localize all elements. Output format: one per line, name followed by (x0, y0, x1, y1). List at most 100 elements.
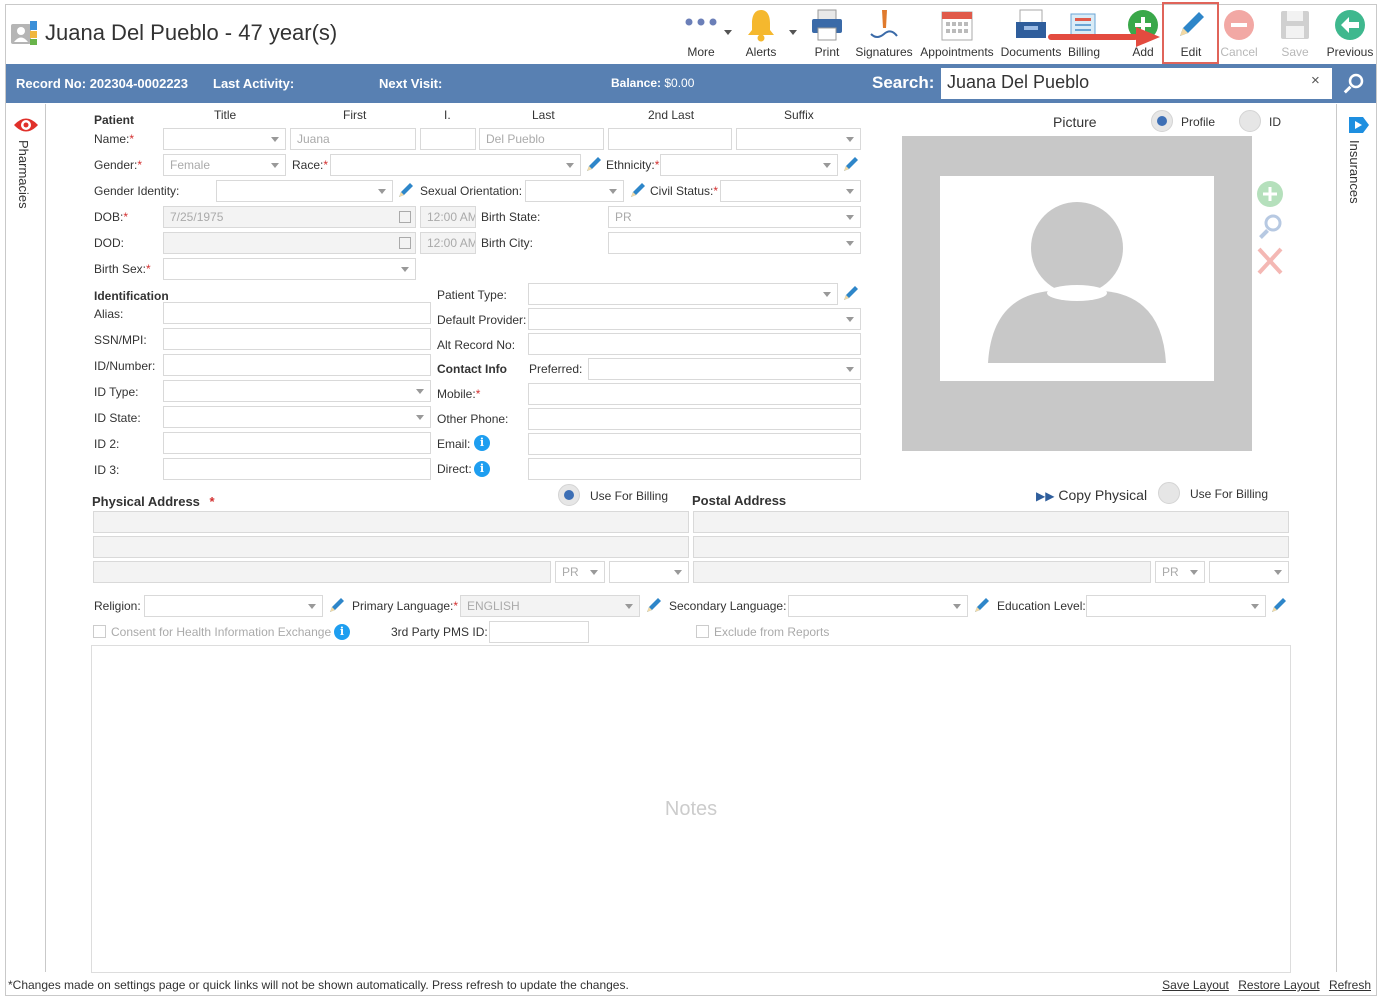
birth-city-select[interactable] (608, 232, 861, 254)
other-phone-field[interactable] (528, 408, 861, 430)
postal-address-line2[interactable] (693, 536, 1289, 558)
refresh-link[interactable]: Refresh (1329, 978, 1371, 992)
alerts-dropdown-caret-icon[interactable] (789, 30, 797, 35)
physical-zip-select[interactable] (609, 561, 689, 583)
signatures-button[interactable]: Signatures (854, 6, 914, 62)
gender-identity-select[interactable] (216, 180, 393, 202)
search-label: Search: (872, 73, 935, 92)
physical-city-field[interactable] (93, 561, 551, 583)
search-clear-button[interactable]: × (1311, 72, 1320, 89)
save-layout-link[interactable]: Save Layout (1162, 978, 1229, 992)
primary-language-edit-pencil-icon[interactable] (644, 595, 664, 615)
zoom-picture-icon[interactable] (1256, 212, 1284, 243)
alt-record-field[interactable] (528, 333, 861, 355)
insurances-tab[interactable]: Insurances (1347, 140, 1362, 204)
physical-state-select[interactable]: PR (555, 561, 605, 583)
pharmacies-tab[interactable]: Pharmacies (16, 140, 31, 209)
physical-use-for-billing-radio[interactable] (558, 484, 580, 506)
birth-sex-select[interactable] (163, 258, 416, 280)
id-radio[interactable] (1239, 110, 1261, 132)
ethnicity-edit-pencil-icon[interactable] (841, 154, 861, 174)
more-dropdown-caret-icon[interactable] (724, 30, 732, 35)
restore-layout-link[interactable]: Restore Layout (1238, 978, 1319, 992)
copy-physical-button[interactable]: ▶▶ Copy Physical (1036, 487, 1147, 503)
delete-picture-icon[interactable] (1256, 246, 1284, 279)
id2-field[interactable] (163, 432, 431, 454)
email-info-icon[interactable]: i (474, 435, 490, 451)
id3-field[interactable] (163, 458, 431, 480)
save-button[interactable]: Save (1274, 6, 1316, 62)
education-level-select[interactable] (1086, 595, 1266, 617)
physical-address-line1[interactable] (93, 511, 689, 533)
title-select[interactable] (163, 128, 286, 150)
patient-type-edit-pencil-icon[interactable] (841, 283, 861, 303)
alerts-button[interactable]: Alerts (738, 6, 784, 62)
education-level-edit-pencil-icon[interactable] (1269, 595, 1289, 615)
gender-identity-edit-pencil-icon[interactable] (396, 180, 416, 200)
alias-field[interactable] (163, 302, 431, 324)
birth-state-select[interactable]: PR (608, 206, 861, 228)
dod-time-field[interactable]: 12:00 AM (420, 232, 476, 254)
physical-address-line2[interactable] (93, 536, 689, 558)
sexual-orientation-edit-pencil-icon[interactable] (628, 180, 648, 200)
consent-info-icon[interactable]: i (334, 624, 350, 640)
postal-state-select[interactable]: PR (1155, 561, 1205, 583)
ethnicity-select[interactable] (660, 154, 838, 176)
calendar-icon[interactable] (399, 237, 411, 249)
other-phone-label: Other Phone: (437, 412, 509, 426)
more-button[interactable]: More (676, 6, 726, 62)
dob-time-field[interactable]: 12:00 AM (420, 206, 476, 228)
ssn-field[interactable] (163, 328, 431, 350)
patient-picture-frame[interactable] (902, 136, 1252, 451)
previous-button[interactable]: Previous (1324, 6, 1376, 62)
religion-edit-pencil-icon[interactable] (327, 595, 347, 615)
race-label: Race:* (292, 158, 329, 172)
print-button[interactable]: Print (806, 6, 848, 62)
add-picture-icon[interactable] (1256, 180, 1284, 211)
postal-zip-select[interactable] (1209, 561, 1289, 583)
id-number-field[interactable] (163, 354, 431, 376)
race-edit-pencil-icon[interactable] (584, 154, 604, 174)
primary-language-select[interactable]: ENGLISH (460, 595, 640, 617)
last-name-field[interactable]: Del Pueblo (479, 128, 604, 150)
calendar-icon[interactable] (399, 211, 411, 223)
dod-date-field[interactable] (163, 232, 416, 254)
email-field[interactable] (528, 433, 861, 455)
consent-checkbox[interactable] (93, 625, 106, 638)
profile-radio[interactable] (1151, 110, 1173, 132)
middle-initial-field[interactable] (420, 128, 476, 150)
appointments-button[interactable]: Appointments (918, 6, 996, 62)
race-select[interactable] (330, 154, 581, 176)
religion-select[interactable] (144, 595, 323, 617)
id-state-select[interactable] (163, 406, 431, 428)
preferred-contact-select[interactable] (588, 358, 861, 380)
postal-city-field[interactable] (693, 561, 1151, 583)
search-magnifier-button[interactable] (1336, 68, 1372, 99)
insurances-tag-icon[interactable] (1345, 114, 1371, 139)
id-type-select[interactable] (163, 380, 431, 402)
postal-address-line1[interactable] (693, 511, 1289, 533)
patient-type-select[interactable] (528, 283, 838, 305)
gender-select[interactable]: Female (163, 154, 286, 176)
search-input[interactable]: Juana Del Pueblo (941, 68, 1332, 99)
direct-info-icon[interactable]: i (474, 461, 490, 477)
religion-label: Religion: (94, 599, 141, 613)
pharmacies-eye-icon[interactable] (12, 114, 40, 139)
first-name-field[interactable]: Juana (290, 128, 416, 150)
direct-field[interactable] (528, 458, 861, 480)
postal-use-for-billing-radio[interactable] (1158, 482, 1180, 504)
mobile-field[interactable] (528, 383, 861, 405)
secondary-language-select[interactable] (788, 595, 968, 617)
cancel-button[interactable]: Cancel (1218, 6, 1260, 62)
dob-date-field[interactable]: 7/25/1975 (163, 206, 416, 228)
default-provider-select[interactable] (528, 308, 861, 330)
notes-textarea[interactable]: Notes (91, 645, 1291, 973)
physical-use-for-billing-label: Use For Billing (590, 489, 669, 503)
second-last-name-field[interactable] (608, 128, 732, 150)
civil-status-select[interactable] (720, 180, 861, 202)
suffix-select[interactable] (736, 128, 861, 150)
third-party-pms-field[interactable] (489, 621, 589, 643)
secondary-language-edit-pencil-icon[interactable] (972, 595, 992, 615)
sexual-orientation-select[interactable] (525, 180, 624, 202)
exclude-reports-checkbox[interactable] (696, 625, 709, 638)
